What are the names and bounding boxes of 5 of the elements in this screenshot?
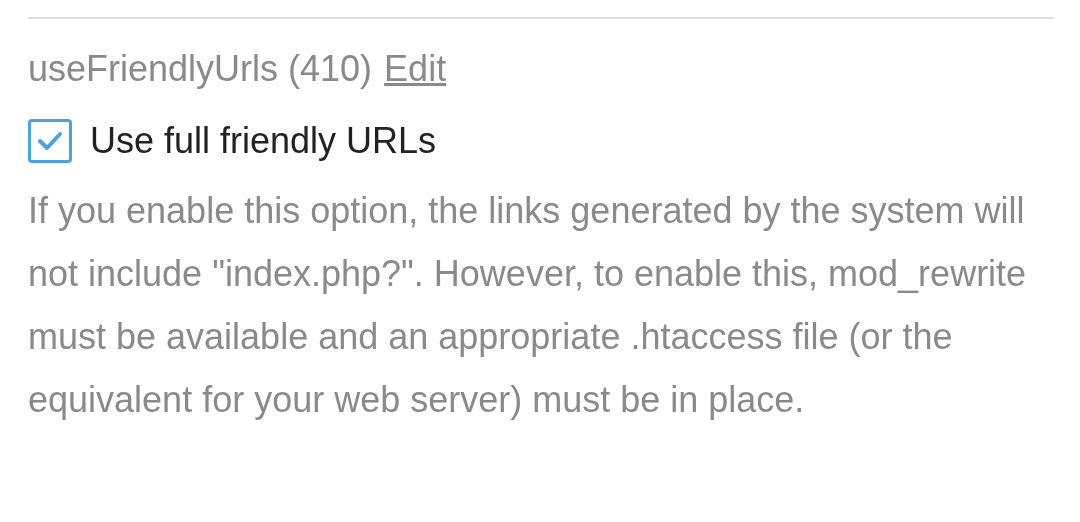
- option-name: useFriendlyUrls (410): [28, 47, 373, 91]
- checkbox[interactable]: [28, 119, 72, 163]
- check-icon: [37, 130, 63, 152]
- option-description: If you enable this option, the links generated by the system will not include "index.php?". However, to enable this, mod_rewrite must be available and an appropriate .htaccess file (or the equivalent for your web server) must be in place.: [28, 189, 1028, 422]
- checkbox-label[interactable]: Use full friendly URLs: [90, 117, 437, 165]
